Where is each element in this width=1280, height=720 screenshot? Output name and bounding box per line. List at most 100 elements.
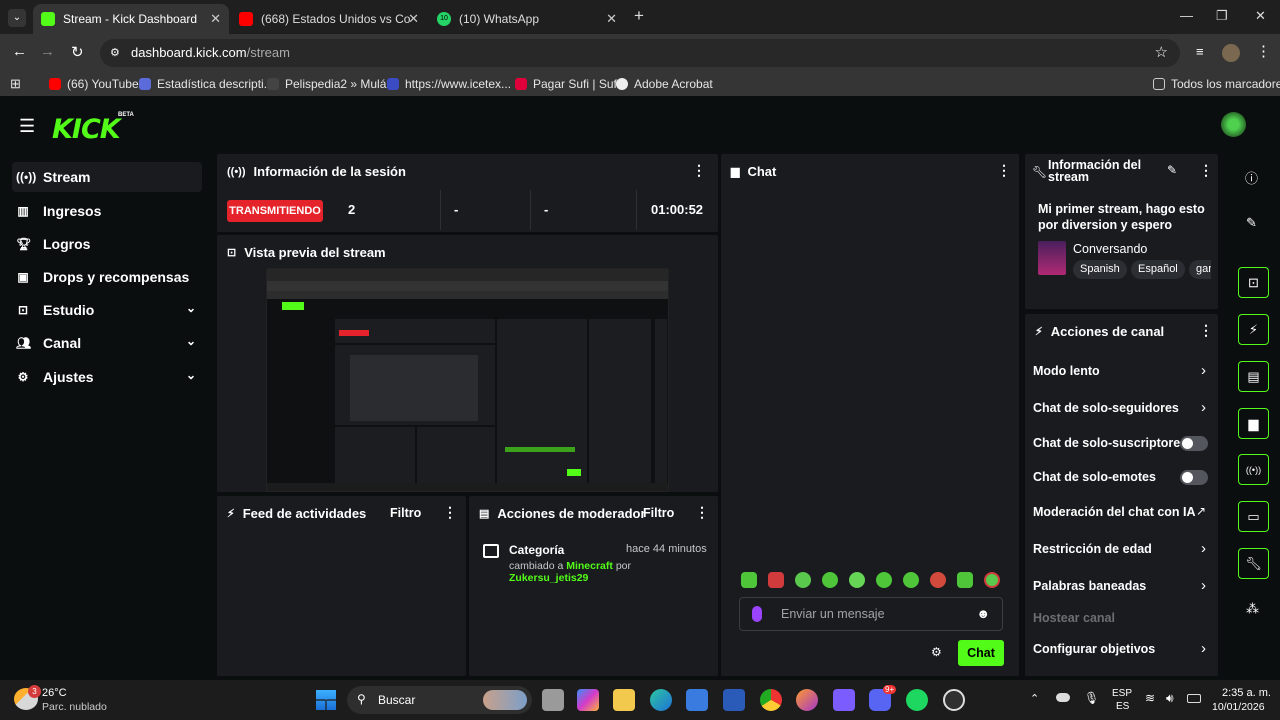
- tag-chip[interactable]: Español: [1131, 260, 1185, 279]
- tab-whatsapp[interactable]: 10 (10) WhatsApp ✕: [429, 4, 625, 34]
- emoji-picker-icon[interactable]: ☻: [976, 606, 990, 621]
- file-explorer-icon[interactable]: [613, 689, 635, 711]
- emote-icon[interactable]: [741, 572, 757, 588]
- game-icon[interactable]: [833, 689, 855, 711]
- chrome-icon[interactable]: [760, 689, 782, 711]
- taskbar-search[interactable]: ⚲ Buscar: [347, 686, 532, 714]
- emote-icon[interactable]: [822, 572, 838, 588]
- sidebar-item-estudio[interactable]: ⊡ Estudio ⌄: [12, 295, 202, 325]
- address-bar[interactable]: ⚙ dashboard.kick.com/stream ☆: [100, 39, 1180, 67]
- emotes-only-toggle[interactable]: [1180, 470, 1208, 485]
- clock-time[interactable]: 2:35 a. m.: [1222, 687, 1271, 699]
- info-icon[interactable]: ⓘ: [1245, 168, 1258, 187]
- start-button[interactable]: [316, 690, 336, 710]
- obs-icon[interactable]: [943, 689, 965, 711]
- reload-icon[interactable]: ↻: [71, 43, 84, 61]
- rail-session-button[interactable]: ((•)): [1238, 454, 1269, 485]
- subscribers-only-toggle[interactable]: [1180, 436, 1208, 451]
- close-icon[interactable]: ✕: [210, 11, 221, 27]
- emote-icon[interactable]: [903, 572, 919, 588]
- bookmark-youtube[interactable]: (66) YouTube: [49, 77, 139, 91]
- stream-preview-video[interactable]: [266, 268, 669, 492]
- tab-search-icon[interactable]: ⌄: [8, 9, 26, 27]
- sidebar-item-ingresos[interactable]: ▥ Ingresos: [12, 196, 202, 226]
- bookmark-sufi[interactable]: Pagar Sufi | Sufi: [515, 77, 620, 91]
- new-tab-button[interactable]: +: [634, 6, 644, 26]
- emote-icon[interactable]: [849, 572, 865, 588]
- chat-settings-icon[interactable]: ⚙: [931, 645, 942, 659]
- emote-icon[interactable]: [957, 572, 973, 588]
- more-options-icon[interactable]: ⋮: [1199, 323, 1213, 337]
- pencil-icon[interactable]: ✎: [1246, 215, 1257, 231]
- more-options-icon[interactable]: ⋮: [695, 505, 709, 519]
- emote-icon[interactable]: [876, 572, 892, 588]
- edit-pencil-icon[interactable]: ✎: [1167, 163, 1177, 177]
- language-code[interactable]: ESP: [1112, 688, 1132, 699]
- sidebar-item-ajustes[interactable]: ⚙ Ajustes ⌄: [12, 362, 202, 392]
- rail-activity-button[interactable]: ⚡︎: [1238, 314, 1269, 345]
- tab-youtube[interactable]: (668) Estados Unidos vs Colombia ✕: [231, 4, 427, 34]
- more-options-icon[interactable]: ⋮: [443, 505, 457, 519]
- emote-icon[interactable]: [768, 572, 784, 588]
- profile-avatar[interactable]: [1222, 44, 1240, 62]
- word-icon[interactable]: [723, 689, 745, 711]
- task-view-icon[interactable]: [542, 689, 564, 711]
- more-options-icon[interactable]: ⋮: [1199, 163, 1213, 177]
- bookmark-pelispedia[interactable]: Pelispedia2 » Mulán: [267, 77, 393, 91]
- sidebar-item-canal[interactable]: 👥︎ Canal ⌄: [12, 328, 202, 358]
- minimize-button[interactable]: —: [1180, 8, 1193, 23]
- user-avatar[interactable]: [1221, 112, 1246, 137]
- tab-kick-dashboard[interactable]: Stream - Kick Dashboard ✕: [33, 4, 229, 34]
- bookmark-acrobat[interactable]: Adobe Acrobat: [616, 77, 713, 91]
- tag-chip[interactable]: gar: [1189, 260, 1211, 279]
- firefox-icon[interactable]: [796, 689, 818, 711]
- wifi-icon[interactable]: ≋: [1145, 691, 1155, 705]
- maximize-button[interactable]: ❐: [1216, 8, 1228, 24]
- more-options-icon[interactable]: ⋮: [997, 163, 1011, 177]
- edge-icon[interactable]: [650, 689, 672, 711]
- microphone-icon[interactable]: [752, 606, 762, 622]
- sidebar-item-logros[interactable]: 🏆︎ Logros: [12, 229, 202, 259]
- emote-icon[interactable]: [795, 572, 811, 588]
- moderator-filter-button[interactable]: Filtro: [643, 506, 674, 520]
- emote-icon[interactable]: [984, 572, 1000, 588]
- site-info-icon[interactable]: ⚙: [110, 39, 120, 67]
- browser-menu-icon[interactable]: ⋮: [1256, 42, 1271, 60]
- menu-hamburger-icon[interactable]: ☰: [19, 116, 35, 137]
- chat-send-button[interactable]: Chat: [958, 640, 1004, 666]
- rail-video-button[interactable]: ▭: [1238, 501, 1269, 532]
- apps-grid-icon[interactable]: ⊞: [10, 76, 21, 92]
- user-link[interactable]: Zukersu_jetis29: [509, 572, 588, 584]
- media-controls-icon[interactable]: ≡: [1196, 44, 1204, 59]
- emote-icon[interactable]: [930, 572, 946, 588]
- more-options-icon[interactable]: ⋮: [692, 163, 706, 177]
- bookmark-icetex[interactable]: https://www.icetex...: [387, 77, 511, 91]
- battery-icon[interactable]: [1187, 694, 1201, 703]
- close-icon[interactable]: ✕: [408, 11, 419, 27]
- store-icon[interactable]: [686, 689, 708, 711]
- spotify-icon[interactable]: [906, 689, 928, 711]
- category-name[interactable]: Conversando: [1073, 242, 1147, 256]
- layout-icon[interactable]: ⁂: [1246, 601, 1259, 617]
- tag-chip[interactable]: Spanish: [1073, 260, 1127, 279]
- close-icon[interactable]: ✕: [606, 11, 617, 27]
- chat-message-input[interactable]: Enviar un mensaje ☻: [739, 597, 1003, 631]
- tray-overflow-icon[interactable]: ⌃: [1030, 692, 1039, 705]
- rail-moderator-button[interactable]: ▤: [1238, 361, 1269, 392]
- all-bookmarks[interactable]: Todos los marcadores: [1153, 77, 1280, 91]
- rail-stream-info-button[interactable]: 🔧︎: [1238, 548, 1269, 579]
- microphone-tray-icon[interactable]: 🎙︎: [1084, 691, 1099, 705]
- activity-filter-button[interactable]: Filtro: [390, 506, 421, 520]
- sidebar-item-drops[interactable]: ▣ Drops y recompensas: [12, 262, 202, 292]
- onedrive-icon[interactable]: [1056, 693, 1070, 702]
- rail-preview-button[interactable]: ⊡: [1238, 267, 1269, 298]
- bookmark-estadistica[interactable]: Estadística descripti...: [139, 77, 274, 91]
- clock-date[interactable]: 10/01/2026: [1212, 701, 1265, 713]
- game-link[interactable]: Minecraft: [566, 560, 613, 572]
- rail-chat-button[interactable]: ▆: [1238, 408, 1269, 439]
- back-icon[interactable]: ←: [12, 43, 27, 60]
- bookmark-star-icon[interactable]: ☆: [1155, 39, 1168, 67]
- volume-icon[interactable]: 🔊︎: [1166, 691, 1174, 706]
- close-window-button[interactable]: ✕: [1255, 8, 1266, 24]
- copilot-icon[interactable]: [577, 689, 599, 711]
